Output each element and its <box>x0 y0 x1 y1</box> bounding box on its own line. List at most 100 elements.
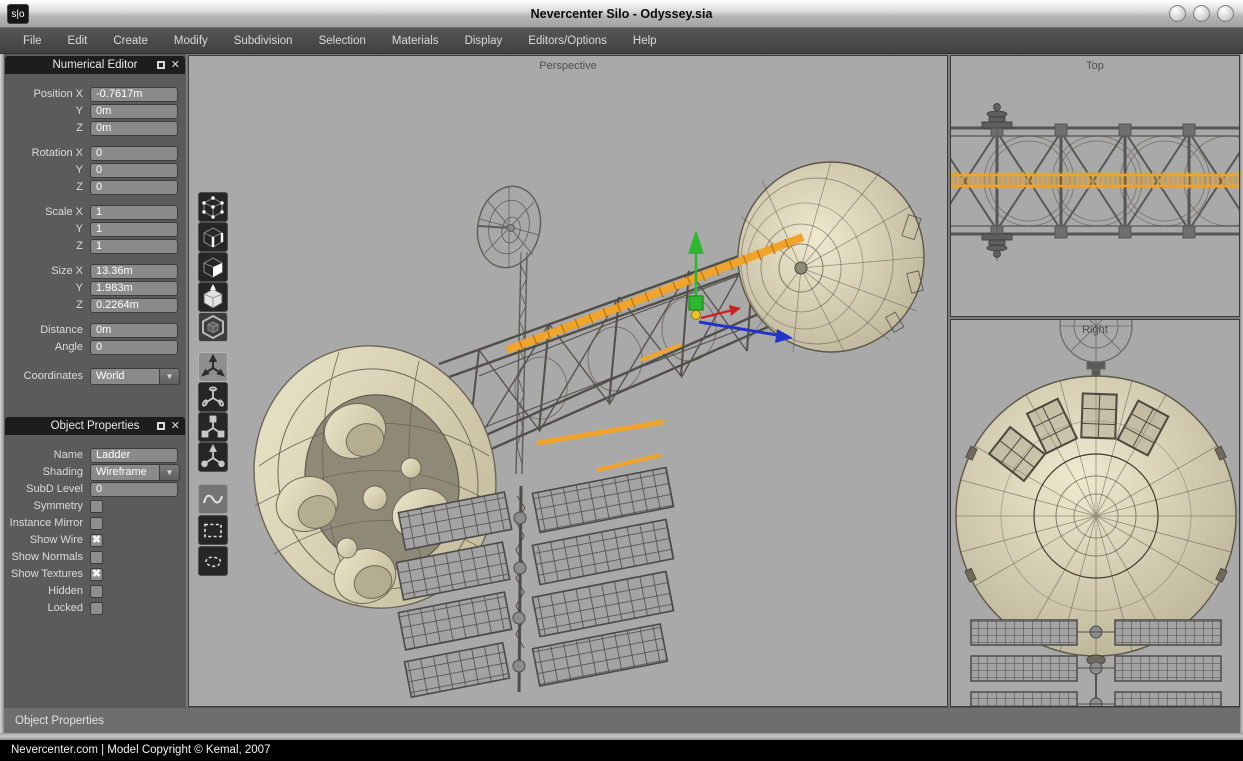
panel-restore-icon[interactable] <box>157 61 165 69</box>
perspective-viewport[interactable]: Perspective <box>188 55 948 707</box>
paint-select-icon[interactable] <box>198 484 228 514</box>
field-label: SubD Level <box>5 483 90 495</box>
rotate-tool-icon[interactable] <box>198 382 228 412</box>
field-label: Position X <box>5 88 90 100</box>
position-z-field[interactable]: 0m <box>90 121 178 136</box>
size-x-field[interactable]: 13.36m <box>90 264 178 279</box>
sidebar: Numerical Editor ✕ Position X-0.7617m Y0… <box>4 54 186 707</box>
rotation-z-field[interactable]: 0 <box>90 180 178 195</box>
shading-dropdown[interactable]: Wireframe ▼ <box>90 464 180 481</box>
footer-text: Nevercenter.com | Model Copyright © Kema… <box>11 744 270 756</box>
face-mode-icon[interactable] <box>198 252 228 282</box>
field-label: Y <box>5 105 90 117</box>
field-label: Z <box>5 122 90 134</box>
field-label: Y <box>5 282 90 294</box>
saucer-front <box>956 376 1236 656</box>
locked-checkbox[interactable] <box>90 602 103 615</box>
multi-mode-icon[interactable] <box>198 312 228 342</box>
angle-field[interactable]: 0 <box>90 340 178 355</box>
status-text: Object Properties <box>15 715 104 727</box>
panel-restore-icon[interactable] <box>157 422 165 430</box>
object-properties-panel: Object Properties ✕ NameLadder Shading W… <box>5 417 185 707</box>
selection-tool-toolbar <box>198 484 228 576</box>
position-x-field[interactable]: -0.7617m <box>90 87 178 102</box>
menu-selection[interactable]: Selection <box>306 28 379 54</box>
field-label: Scale X <box>5 206 90 218</box>
menu-display[interactable]: Display <box>452 28 516 54</box>
selection-mode-toolbar <box>198 192 228 342</box>
field-label: Y <box>5 164 90 176</box>
field-label: Z <box>5 299 90 311</box>
field-label: Angle <box>5 341 90 353</box>
position-y-field[interactable]: 0m <box>90 104 178 119</box>
vertex-mode-icon[interactable] <box>198 192 228 222</box>
scale-x-field[interactable]: 1 <box>90 205 178 220</box>
solar-rows <box>971 620 1221 707</box>
numerical-editor-header[interactable]: Numerical Editor ✕ <box>5 56 185 74</box>
show-textures-checkbox[interactable]: ✖ <box>90 568 103 581</box>
window-controls <box>1169 5 1234 22</box>
saucer-section <box>738 162 924 352</box>
show-normals-checkbox[interactable] <box>90 551 103 564</box>
top-viewport-label: Top <box>951 60 1239 72</box>
chevron-down-icon: ▼ <box>159 369 179 384</box>
field-label: Show Normals <box>5 551 90 563</box>
size-y-field[interactable]: 1.983m <box>90 281 178 296</box>
object-properties-header[interactable]: Object Properties ✕ <box>5 417 185 435</box>
app-window: s|o Nevercenter Silo - Odyssey.sia File … <box>0 0 1243 761</box>
footer-credit: Nevercenter.com | Model Copyright © Kema… <box>0 740 1243 761</box>
field-label: Shading <box>5 466 90 478</box>
hidden-checkbox[interactable] <box>90 585 103 598</box>
panel-close-icon[interactable]: ✕ <box>171 417 180 435</box>
window-button-close[interactable] <box>1217 5 1234 22</box>
field-label: Z <box>5 181 90 193</box>
scale-y-field[interactable]: 1 <box>90 222 178 237</box>
distance-field[interactable]: 0m <box>90 323 178 338</box>
instance-mirror-checkbox[interactable] <box>90 517 103 530</box>
window-button-minimize[interactable] <box>1169 5 1186 22</box>
menu-edit[interactable]: Edit <box>55 28 101 54</box>
menu-subdivision[interactable]: Subdivision <box>221 28 306 54</box>
menu-help[interactable]: Help <box>620 28 670 54</box>
selected-ladder-top <box>951 172 1240 189</box>
object-properties-body: NameLadder Shading Wireframe ▼ SubD Leve… <box>5 435 185 616</box>
menu-file[interactable]: File <box>10 28 55 54</box>
coordinates-dropdown[interactable]: World ▼ <box>90 368 180 385</box>
right-viewport[interactable]: Right <box>950 319 1240 707</box>
scale-z-field[interactable]: 1 <box>90 239 178 254</box>
subd-level-field[interactable]: 0 <box>90 482 178 497</box>
show-wire-checkbox[interactable]: ✖ <box>90 534 103 547</box>
universal-tool-icon[interactable] <box>198 442 228 472</box>
numerical-editor-panel: Numerical Editor ✕ Position X-0.7617m Y0… <box>5 56 185 416</box>
rotation-x-field[interactable]: 0 <box>90 146 178 161</box>
rotation-y-field[interactable]: 0 <box>90 163 178 178</box>
field-label: Y <box>5 223 90 235</box>
size-z-field[interactable]: 0.2264m <box>90 298 178 313</box>
field-label: Rotation X <box>5 147 90 159</box>
chevron-down-icon: ▼ <box>159 465 179 480</box>
field-label: Locked <box>5 602 90 614</box>
field-label: Hidden <box>5 585 90 597</box>
field-label: Instance Mirror <box>5 517 90 529</box>
name-field[interactable]: Ladder <box>90 448 178 463</box>
symmetry-checkbox[interactable] <box>90 500 103 513</box>
scale-tool-icon[interactable] <box>198 412 228 442</box>
manipulator-toolbar <box>198 352 228 472</box>
menu-materials[interactable]: Materials <box>379 28 452 54</box>
edge-mode-icon[interactable] <box>198 222 228 252</box>
lasso-select-icon[interactable] <box>198 546 228 576</box>
field-label: Size X <box>5 265 90 277</box>
panel-close-icon[interactable]: ✕ <box>171 56 180 74</box>
move-tool-icon[interactable] <box>198 352 228 382</box>
menu-create[interactable]: Create <box>100 28 161 54</box>
numerical-editor-body: Position X-0.7617m Y0m Z0m Rotation X0 Y… <box>5 74 185 384</box>
menu-modify[interactable]: Modify <box>161 28 221 54</box>
field-label: Coordinates <box>5 370 90 382</box>
window-button-maximize[interactable] <box>1193 5 1210 22</box>
right-viewport-label: Right <box>951 324 1239 336</box>
shading-value: Wireframe <box>91 465 159 480</box>
rect-select-icon[interactable] <box>198 515 228 545</box>
top-viewport[interactable]: Top <box>950 55 1240 317</box>
object-mode-icon[interactable] <box>198 282 228 312</box>
menu-editors-options[interactable]: Editors/Options <box>515 28 620 54</box>
